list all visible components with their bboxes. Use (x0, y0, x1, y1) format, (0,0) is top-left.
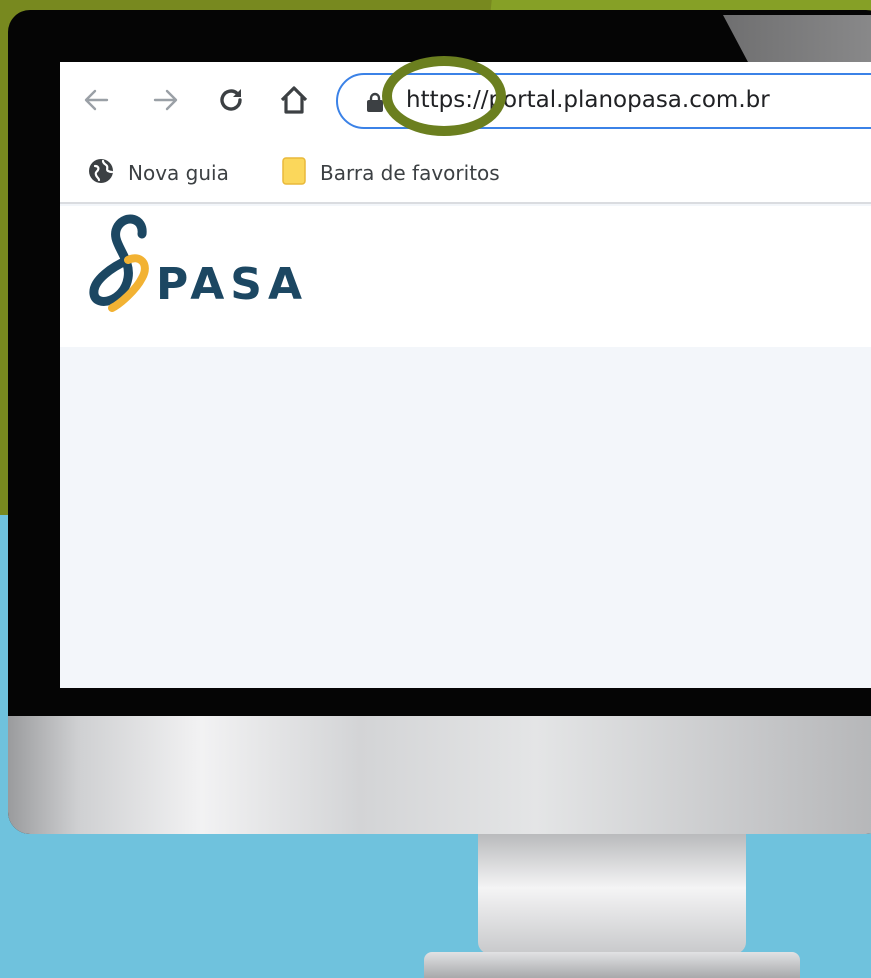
url-host: portal.planopasa.com.br (488, 87, 770, 113)
back-arrow-icon[interactable] (78, 82, 114, 118)
bookmark-nova-guia[interactable]: Nova guia (88, 156, 229, 190)
bookmark-label: Barra de favoritos (320, 161, 500, 185)
pasa-logo[interactable]: PASA (84, 212, 308, 312)
logo-wordmark: PASA (156, 259, 309, 310)
pasa-logo-symbol-icon (89, 214, 149, 312)
screen-glare (723, 15, 871, 63)
monitor-stand-neck (478, 834, 746, 954)
forward-arrow-icon[interactable] (148, 82, 184, 118)
folder-icon (282, 156, 306, 190)
browser-window: https://portal.planopasa.com.br Nova gui… (60, 62, 871, 688)
monitor-chin (8, 716, 871, 834)
bookmark-label: Nova guia (128, 161, 229, 185)
page-content (60, 347, 871, 688)
https-highlight-circle (382, 56, 506, 136)
monitor-stand-base (424, 952, 800, 978)
home-icon[interactable] (276, 82, 312, 118)
globe-icon (88, 158, 114, 188)
bookmarks-bar: Nova guia Barra de favoritos (60, 142, 871, 204)
bookmark-barra-de-favoritos[interactable]: Barra de favoritos (282, 156, 500, 190)
reload-icon[interactable] (213, 82, 249, 118)
site-header: PASA (60, 206, 871, 347)
